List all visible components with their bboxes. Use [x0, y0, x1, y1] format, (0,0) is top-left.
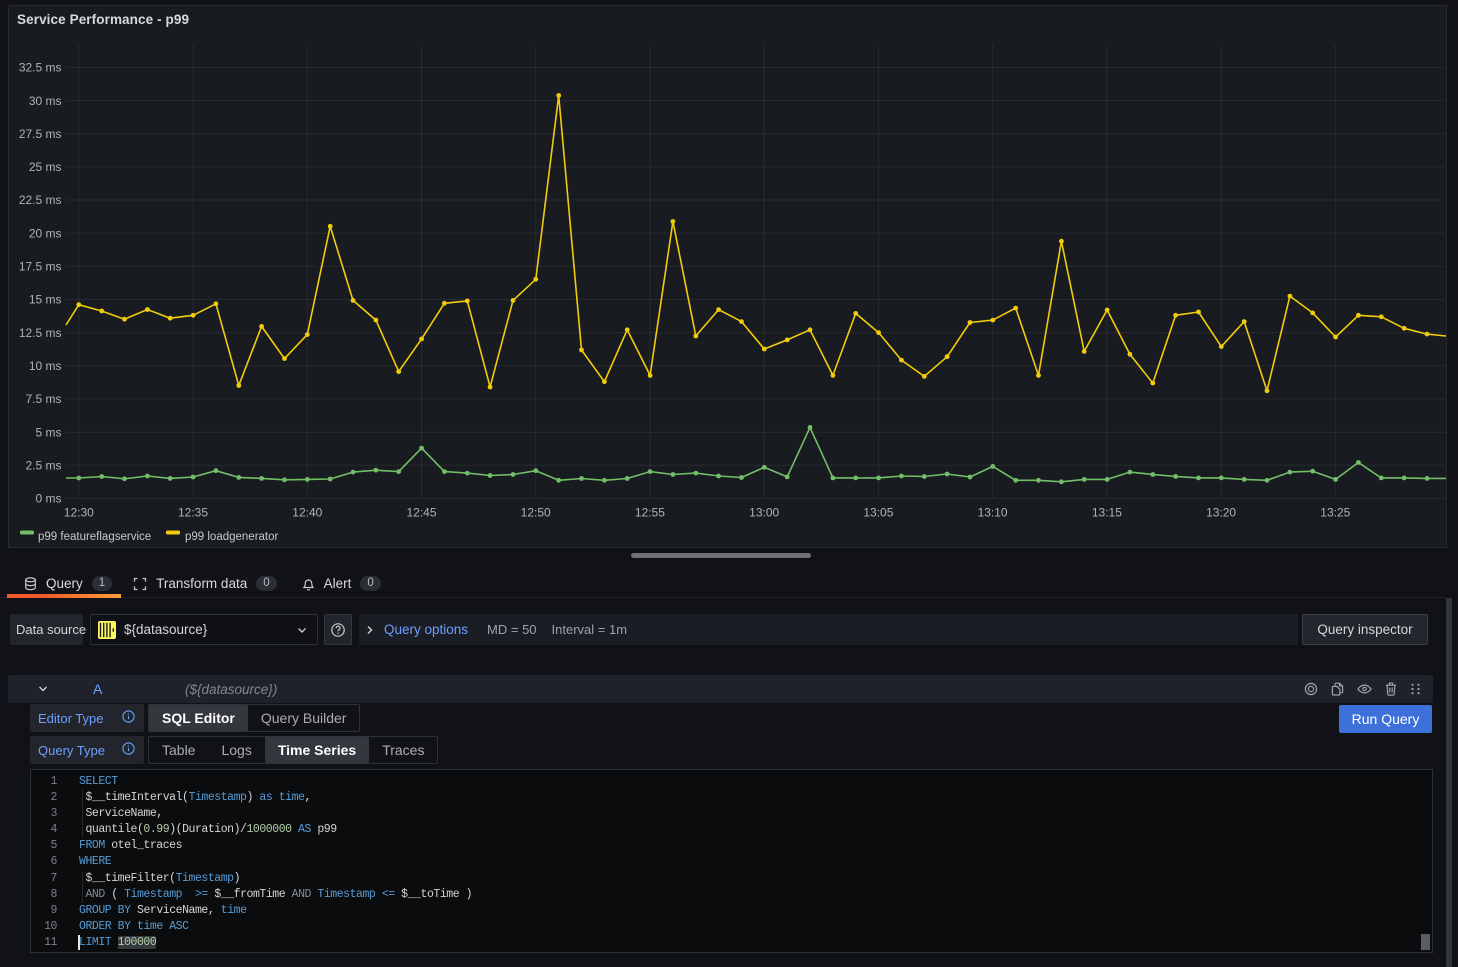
svg-text:13:10: 13:10 [978, 506, 1008, 520]
svg-text:13:05: 13:05 [863, 506, 893, 520]
svg-text:12.5 ms: 12.5 ms [19, 326, 62, 340]
svg-text:13:20: 13:20 [1206, 506, 1236, 520]
svg-text:10 ms: 10 ms [29, 359, 62, 373]
svg-text:27.5 ms: 27.5 ms [19, 127, 62, 141]
svg-text:13:25: 13:25 [1320, 506, 1350, 520]
svg-text:13:00: 13:00 [749, 506, 779, 520]
svg-text:p99 featureflagservice: p99 featureflagservice [38, 531, 151, 543]
svg-text:12:30: 12:30 [64, 506, 94, 520]
svg-text:17.5 ms: 17.5 ms [19, 260, 62, 274]
svg-text:p99 loadgenerator: p99 loadgenerator [185, 531, 279, 543]
svg-text:12:55: 12:55 [635, 506, 665, 520]
svg-text:12:50: 12:50 [521, 506, 551, 520]
svg-text:25 ms: 25 ms [29, 160, 62, 174]
svg-text:12:35: 12:35 [178, 506, 208, 520]
svg-text:12:45: 12:45 [406, 506, 436, 520]
svg-text:15 ms: 15 ms [29, 293, 62, 307]
svg-text:32.5 ms: 32.5 ms [19, 61, 62, 75]
svg-text:12:40: 12:40 [292, 506, 322, 520]
svg-text:0 ms: 0 ms [35, 492, 61, 506]
svg-text:5 ms: 5 ms [35, 425, 61, 439]
svg-text:13:15: 13:15 [1092, 506, 1122, 520]
svg-text:22.5 ms: 22.5 ms [19, 193, 62, 207]
svg-text:2.5 ms: 2.5 ms [25, 459, 61, 473]
svg-text:20 ms: 20 ms [29, 226, 62, 240]
svg-text:30 ms: 30 ms [29, 94, 62, 108]
svg-text:7.5 ms: 7.5 ms [25, 392, 61, 406]
